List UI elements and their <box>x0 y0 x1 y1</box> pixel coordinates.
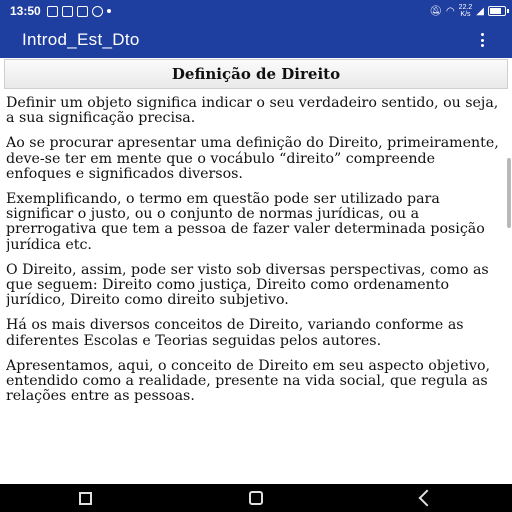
status-time: 13:50 <box>10 4 41 18</box>
recents-button[interactable] <box>65 484 105 512</box>
battery-icon <box>488 6 509 16</box>
image-icon <box>76 5 88 17</box>
paragraph: Ao se procurar apresentar uma definição … <box>6 135 499 182</box>
recents-icon <box>78 491 92 505</box>
system-icons: 🔕︎ ◠ 22.2 K/s ◢ <box>429 4 509 18</box>
app-title: Introd_Est_Dto <box>22 30 140 49</box>
mute-icon: 🔕︎ <box>429 5 442 17</box>
battery-fill <box>490 8 502 14</box>
paragraph: Definir um objeto significa indicar o se… <box>6 96 499 127</box>
home-button[interactable] <box>236 484 276 512</box>
signal-icon: ◢ <box>476 5 484 17</box>
more-vert-icon[interactable] <box>476 30 488 50</box>
section-header: Definição de Direito <box>4 59 508 89</box>
scrollbar[interactable] <box>507 158 511 228</box>
back-button[interactable] <box>407 484 447 512</box>
document-icon <box>61 5 73 17</box>
article-content[interactable]: Definir um objeto significa indicar o se… <box>6 96 504 482</box>
wifi-icon: ◠ <box>445 5 455 17</box>
back-icon <box>418 489 436 507</box>
paragraph: Exemplificando, o termo em questão pode … <box>6 191 485 253</box>
more-notifications-dot <box>106 9 111 13</box>
hotspot-icon <box>91 5 103 17</box>
network-speed-unit: K/s <box>460 11 471 18</box>
notification-icons <box>46 5 111 17</box>
app-bar: Introd_Est_Dto <box>0 22 512 58</box>
navigation-bar <box>0 484 512 512</box>
home-icon <box>248 491 263 505</box>
section-title: Definição de Direito <box>171 65 341 83</box>
network-speed-value: 22.2 <box>458 4 473 11</box>
paragraph: Apresentamos, aqui, o conceito de Direit… <box>6 357 491 405</box>
status-bar: 13:50 🔕︎ ◠ 22.2 K/s ◢ <box>0 0 512 22</box>
network-speed: 22.2 K/s <box>459 4 473 18</box>
paragraph: Há os mais diversos conceitos de Direito… <box>6 317 464 349</box>
paragraph: O Direito, assim, pode ser visto sob div… <box>6 261 489 309</box>
message-icon <box>46 5 58 17</box>
